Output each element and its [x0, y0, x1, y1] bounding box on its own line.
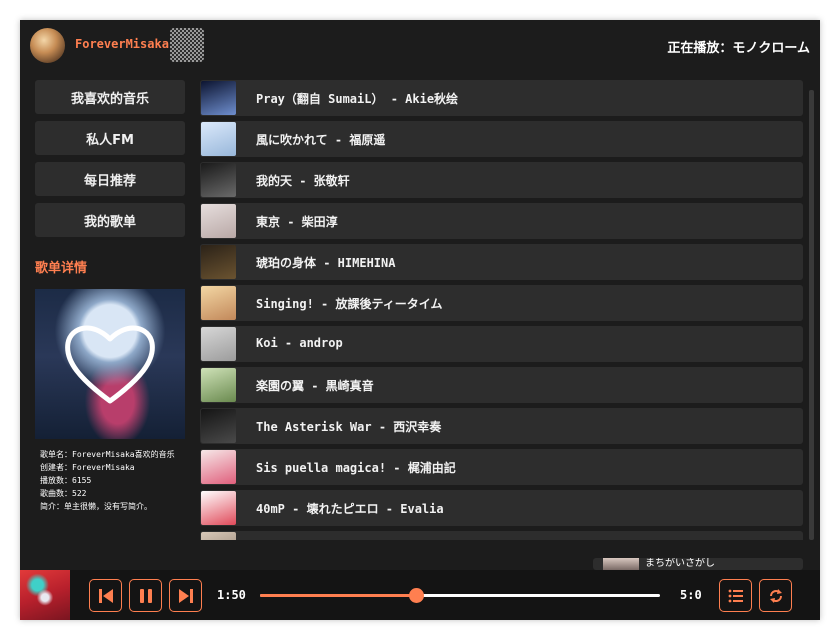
app-window: ForeverMisaka 正在播放：モノクローム 我喜欢的音乐 私人FM 每日…	[20, 20, 820, 620]
song-thumbnail	[201, 286, 236, 320]
nav-personal-fm[interactable]: 私人FM	[35, 121, 185, 155]
nav-my-playlists[interactable]: 我的歌单	[35, 203, 185, 237]
song-thumbnail	[201, 245, 236, 279]
song-thumbnail	[201, 409, 236, 443]
song-thumbnail	[201, 532, 236, 540]
header: ForeverMisaka 正在播放：モノクローム	[20, 20, 820, 70]
playlist-name: 歌单名：ForeverMisaka喜欢的音乐	[40, 450, 175, 459]
song-row[interactable]: 風に吹かれて - 福原遥	[200, 121, 803, 157]
mini-player-thumbnail	[603, 558, 639, 570]
song-row[interactable]: 我的天 - 张敬轩	[200, 162, 803, 198]
mini-player-popup[interactable]: まちがいさがし	[593, 558, 803, 570]
song-row[interactable]	[200, 531, 803, 540]
song-title: 我的天 - 张敬轩	[256, 174, 350, 188]
heart-icon[interactable]	[60, 319, 160, 409]
qr-code-icon[interactable]	[170, 28, 204, 62]
pause-icon	[139, 588, 152, 603]
song-title: The Asterisk War - 西沢幸奏	[256, 420, 442, 434]
song-title: Koi - androp	[256, 336, 343, 350]
song-thumbnail	[201, 204, 236, 238]
total-time: 5:0	[680, 588, 702, 602]
loop-icon	[769, 588, 782, 603]
list-icon	[728, 589, 743, 602]
user-avatar[interactable]	[30, 28, 65, 63]
song-title: 東京 - 柴田淳	[256, 215, 338, 229]
playlist-info: 歌单名：ForeverMisaka喜欢的音乐 创建者：ForeverMisaka…	[40, 448, 175, 513]
playlist-song-count: 歌曲数：522	[40, 489, 87, 498]
song-thumbnail	[201, 491, 236, 525]
song-row[interactable]: Koi - androp	[200, 326, 803, 362]
song-title: 楽園の翼 - 黒崎真音	[256, 379, 374, 393]
mini-player-title: まちがいさがし	[645, 558, 715, 569]
song-row[interactable]: Pray（翻自 SumaiL） - Akie秋绘	[200, 80, 803, 116]
pause-button[interactable]	[129, 579, 162, 612]
username[interactable]: ForeverMisaka	[75, 37, 169, 51]
song-thumbnail	[201, 81, 236, 115]
next-icon	[178, 588, 193, 603]
next-button[interactable]	[169, 579, 202, 612]
playlist-play-count: 播放数：6155	[40, 476, 92, 485]
current-time: 1:50	[217, 588, 246, 602]
previous-button[interactable]	[89, 579, 122, 612]
song-title: 風に吹かれて - 福原遥	[256, 133, 386, 147]
song-thumbnail	[201, 163, 236, 197]
song-thumbnail	[201, 450, 236, 484]
song-title: Sis puella magica! - 梶浦由記	[256, 461, 456, 475]
playlist-cover	[35, 289, 185, 439]
song-row[interactable]: The Asterisk War - 西沢幸奏	[200, 408, 803, 444]
song-thumbnail	[201, 122, 236, 156]
song-row[interactable]: 楽園の翼 - 黒崎真音	[200, 367, 803, 403]
progress-fill	[260, 594, 416, 597]
song-title: Pray（翻自 SumaiL） - Akie秋绘	[256, 92, 459, 106]
playlist-creator: 创建者：ForeverMisaka	[40, 463, 135, 472]
progress-handle[interactable]	[409, 588, 424, 603]
nav-daily-recommend[interactable]: 每日推荐	[35, 162, 185, 196]
song-list-scrollbar[interactable]	[809, 90, 814, 540]
song-list: Pray（翻自 SumaiL） - Akie秋绘 風に吹かれて - 福原遥 我的天 …	[200, 80, 804, 540]
song-row[interactable]: Singing! - 放課後ティータイム	[200, 285, 803, 321]
nav-my-favorite-music[interactable]: 我喜欢的音乐	[35, 80, 185, 114]
playlist-intro: 简介：单主很懒，没有写简介。	[40, 502, 152, 511]
song-row[interactable]: Sis puella magica! - 梶浦由記	[200, 449, 803, 485]
song-title: 40mP - 壊れたピエロ - Evalia	[256, 502, 444, 516]
song-title: 琥珀の身体 - HIMEHINA	[256, 256, 396, 270]
playlist-detail-title: 歌单详情	[35, 261, 88, 276]
player-bar: 1:50 5:0	[20, 570, 820, 620]
now-playing-label: 正在播放：モノクローム	[667, 41, 810, 56]
progress-bar[interactable]	[260, 588, 660, 603]
song-row[interactable]: 40mP - 壊れたピエロ - Evalia	[200, 490, 803, 526]
song-row[interactable]: 琥珀の身体 - HIMEHINA	[200, 244, 803, 280]
song-row[interactable]: 東京 - 柴田淳	[200, 203, 803, 239]
previous-icon	[98, 588, 113, 603]
song-thumbnail	[201, 368, 236, 402]
song-title: Singing! - 放課後ティータイム	[256, 297, 443, 311]
current-album-art[interactable]	[20, 570, 70, 620]
playlist-button[interactable]	[719, 579, 752, 612]
song-thumbnail	[201, 327, 236, 361]
loop-button[interactable]	[759, 579, 792, 612]
